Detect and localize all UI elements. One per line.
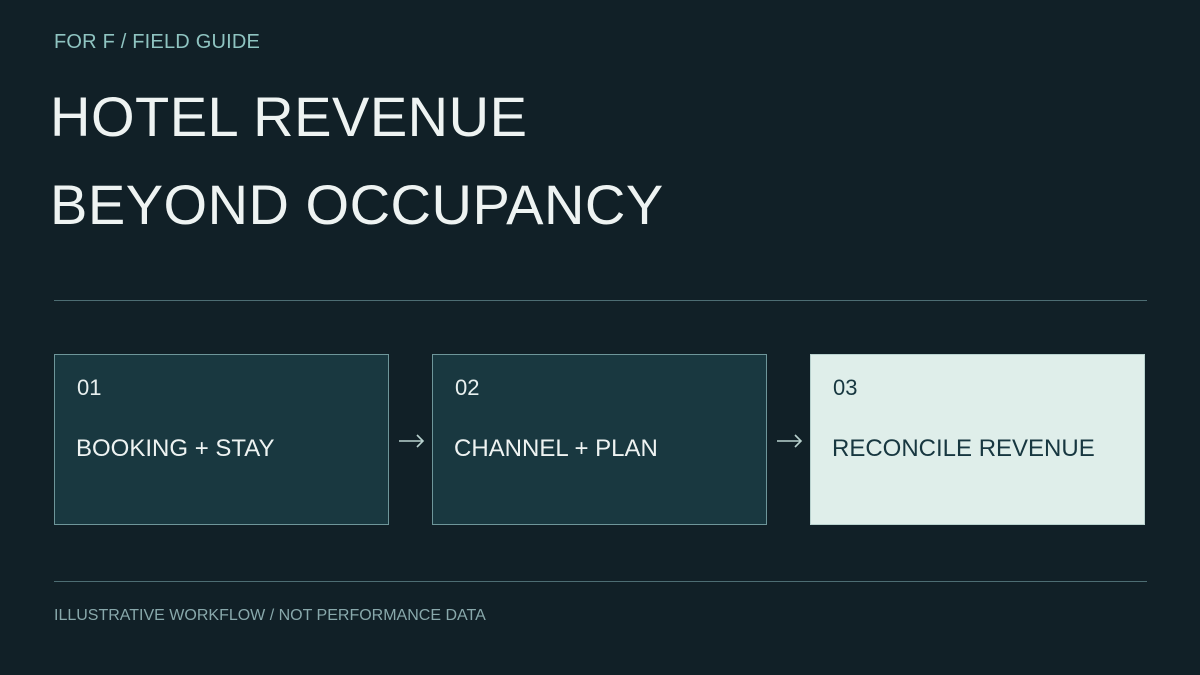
step-label: CHANNEL + PLAN: [454, 435, 658, 462]
workflow-step-2: 02 CHANNEL + PLAN: [432, 354, 767, 525]
step-label: RECONCILE REVENUE: [832, 435, 1095, 462]
top-divider: [54, 300, 1147, 301]
step-number: 01: [77, 375, 102, 400]
step-label: BOOKING + STAY: [76, 435, 275, 462]
page-title-line-1: HOTEL REVENUE: [50, 85, 528, 148]
bottom-divider: [54, 581, 1147, 582]
workflow-step-3: 03 RECONCILE REVENUE: [810, 354, 1145, 525]
footnote: ILLUSTRATIVE WORKFLOW / NOT PERFORMANCE …: [54, 607, 486, 624]
eyebrow-label: FOR F / FIELD GUIDE: [54, 31, 261, 53]
page-title-line-2: BEYOND OCCUPANCY: [50, 173, 664, 236]
step-number: 02: [455, 375, 480, 400]
right-arrow-icon: [777, 434, 803, 448]
workflow-step-1: 01 BOOKING + STAY: [54, 354, 389, 525]
right-arrow-icon: [399, 434, 425, 448]
step-number: 03: [833, 375, 858, 400]
